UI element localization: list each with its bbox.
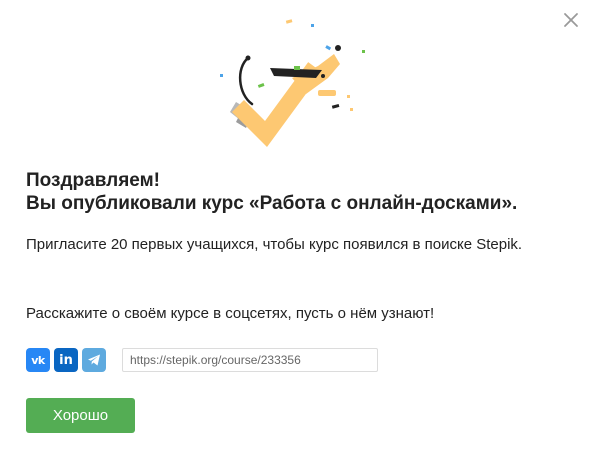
linkedin-icon: in [59, 352, 73, 368]
close-icon[interactable] [561, 10, 581, 30]
vk-share-button[interactable]: vk [26, 348, 50, 372]
title-line-2: Вы опубликовали курс «Работа с онлайн-до… [26, 193, 518, 214]
ok-button[interactable]: Хорошо [26, 398, 135, 433]
vk-icon: vk [31, 353, 45, 367]
invite-text: Пригласите 20 первых учащихся, чтобы кур… [26, 236, 523, 253]
social-share-buttons: vk in [26, 348, 106, 372]
telegram-icon [88, 354, 100, 366]
title-line-1: Поздравляем! [26, 170, 160, 191]
telegram-share-button[interactable] [82, 348, 106, 372]
share-text: Расскажите о своём курсе в соцсетях, пус… [26, 305, 435, 322]
celebration-checkmark-icon [220, 19, 365, 148]
course-url-field[interactable] [122, 348, 378, 372]
page-title: Поздравляем! Вы опубликовали курс «Работ… [26, 169, 576, 215]
publish-success-dialog: Поздравляем! Вы опубликовали курс «Работ… [0, 0, 589, 459]
linkedin-share-button[interactable]: in [54, 348, 78, 372]
